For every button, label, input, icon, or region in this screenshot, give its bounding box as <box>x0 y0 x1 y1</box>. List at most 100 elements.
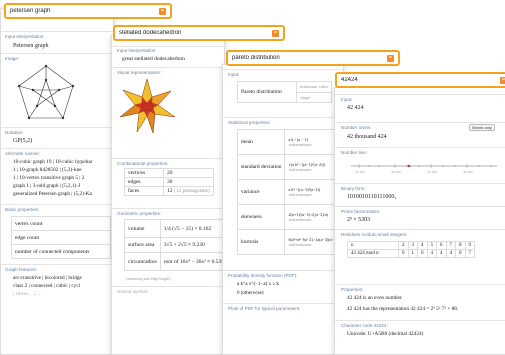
residue-header-cell: 8 <box>455 241 466 250</box>
number-result-card: Input: 42 424 Number name: Words only 42… <box>334 87 505 355</box>
basic-section-title: Basic properties: <box>5 207 40 212</box>
basic-row-label: edge count <box>11 230 111 245</box>
notation-section-title: Notation: <box>5 130 24 135</box>
prime-value: 2³ × 5303 <box>347 217 371 223</box>
comb-value: 30 <box>163 177 214 187</box>
comb-note: (12 pentagrams) <box>173 188 210 194</box>
residue-header-cell: 3 <box>407 241 418 250</box>
number-name-value: 42 thousand 424 <box>347 134 387 140</box>
residue-value-cell: 4 <box>426 249 437 258</box>
residue-value-cell: 0 <box>398 249 409 258</box>
comb-value: 12 <box>167 188 173 194</box>
query-input[interactable]: stellated dodecahedron <box>119 30 272 36</box>
stat-table: mean a k / (a − 1) indeterminate standard … <box>236 129 343 255</box>
query-input[interactable]: pareto distribution <box>232 55 387 61</box>
feature-line: arc-transitive | bicolored | bridge <box>13 275 82 281</box>
alt-name-line: 10-cubic graph 19 | 10-cubic hypohar <box>13 159 93 165</box>
residue-value-cell: 42 424 mod n <box>347 249 399 258</box>
input-section-title: Input interpretation: <box>117 48 157 53</box>
petersen-result-card: Input interpretation: Petersen graph Ima… <box>0 8 114 355</box>
stat-label: standard deviation <box>236 154 286 180</box>
number-query-bar[interactable]: 42424 = <box>335 72 505 88</box>
input-section-title: Input: <box>341 97 353 102</box>
pdf-otherwise: 0 (otherwise) <box>237 291 264 296</box>
residue-value-cell: 4 <box>436 249 447 258</box>
stat-note: indeterminate <box>288 242 312 247</box>
line-tick-label: 42 440 <box>427 170 437 174</box>
geo-label: circumradius <box>124 252 161 271</box>
alt-name-line: graph 1 | 3-odd graph | (5,2,1)-J <box>13 183 81 189</box>
property-line: 42 424 has the representation 42 424 = 2… <box>347 306 459 312</box>
input-section-title: Input interpretation: <box>5 34 45 39</box>
geometric-section-title: Geometric properties: <box>117 211 162 216</box>
binary-value: 1010010110111000₂ <box>347 194 397 200</box>
input-value: 42 424 <box>347 105 364 111</box>
stellated-dodecahedron-image <box>119 78 176 134</box>
residue-value-cell: 4 <box>445 249 456 258</box>
comb-label: edges <box>124 177 164 187</box>
alt-name-line: generalized Petersen graph | (5,2)-Kn <box>13 191 93 197</box>
stellated-query-bar[interactable]: stellated dodecahedron = <box>113 25 285 41</box>
image-section-title: Image: <box>5 56 20 61</box>
name-section-title: Number name: <box>341 125 372 130</box>
geo-label: surface area <box>124 237 161 253</box>
alt-name-line: 1 | 10-graph 8428502 | (5,2)-kne <box>13 167 82 173</box>
residues-section-title: Residues modulo small integers: <box>341 232 408 237</box>
stat-note: indeterminate <box>288 142 312 147</box>
input-value: Petersen graph <box>13 43 49 49</box>
residue-header-cell: 4 <box>417 241 428 250</box>
stat-note: indeterminate <box>288 167 312 172</box>
stat-label: variance <box>236 179 286 205</box>
petersen-query-bar[interactable]: petersen graph = <box>4 3 172 19</box>
words-only-button[interactable]: Words only <box>469 124 495 131</box>
residue-header-cell: 9 <box>464 241 475 250</box>
geo-value: root of 16x⁴ − 36x² ≈ 0.535233 <box>159 252 224 271</box>
pareto-input-table: Pareto distribution minimum value shape <box>237 81 333 103</box>
geo-value: 1/4 (√5 − 15) × 0.162 <box>159 219 224 238</box>
pareto-query-bar[interactable]: pareto distribution = <box>226 50 400 66</box>
basic-properties-table: vertex count edge count number of connec… <box>11 216 111 259</box>
stat-note: indeterminate <box>288 217 312 222</box>
stat-label: mean <box>236 129 286 155</box>
combinatorial-table: vertices 20 edges 30 faces 12 (12 pentagram… <box>124 168 214 196</box>
basic-row-label: number of connected components <box>11 244 111 259</box>
line-tick-label: 42 400 <box>355 170 365 174</box>
number-line <box>351 164 497 168</box>
query-input[interactable]: 42424 <box>341 77 500 83</box>
stat-section-title: Statistical properties: <box>228 120 271 125</box>
props-section-title: Properties: <box>341 287 364 292</box>
stat-note: indeterminate <box>288 192 312 197</box>
search-icon[interactable]: = <box>500 76 505 84</box>
input-value: great stellated dodecahedron <box>122 56 185 62</box>
visual-section-title: Visual representation: <box>117 70 162 75</box>
combinatorial-section-title: Combinatorial properties: <box>117 161 169 166</box>
pdf-formula: a k^a x^(−1−a) x ≥ k <box>237 282 279 287</box>
stat-label: skewness <box>236 204 286 230</box>
residue-header-cell: n <box>347 241 399 250</box>
comb-label: vertices <box>124 168 164 178</box>
basic-row-label: vertex count <box>11 216 111 231</box>
query-input[interactable]: petersen graph <box>10 8 159 14</box>
line-tick-label: 42 420 <box>391 170 401 174</box>
plot-section-title: Plots of PDF for typical parameters: <box>228 306 301 311</box>
search-icon[interactable]: = <box>272 29 279 37</box>
pareto-result-card: Input: Pareto distribution minimum value… <box>222 64 344 355</box>
residue-header-cell: 5 <box>426 241 437 250</box>
char-value: Unicode: U+A5B8 (decimal 42424) <box>347 331 424 337</box>
residue-header-cell: 2 <box>398 241 409 250</box>
search-icon[interactable]: = <box>387 54 394 62</box>
feature-line: class 2 | connected | cubic | cycl <box>13 283 81 289</box>
residue-value-cell: 0 <box>455 249 466 258</box>
input-section-title: Input: <box>228 72 240 77</box>
residue-value-cell: 7 <box>464 249 475 258</box>
petersen-graph-image <box>17 64 75 120</box>
extra-section-title: Sutural symbol: <box>117 289 149 294</box>
residue-value-cell: 0 <box>417 249 428 258</box>
comb-label: faces <box>124 186 164 196</box>
pdf-section-title: Probability density function (PDF): <box>228 273 298 278</box>
search-icon[interactable]: = <box>159 7 166 15</box>
feature-line: | vertex ... | ... <box>13 291 42 297</box>
geo-note: (assuming unit edge length) <box>126 276 171 281</box>
notation-value: GP(5,2) <box>13 138 33 144</box>
stat-label: kurtosis <box>236 229 286 255</box>
